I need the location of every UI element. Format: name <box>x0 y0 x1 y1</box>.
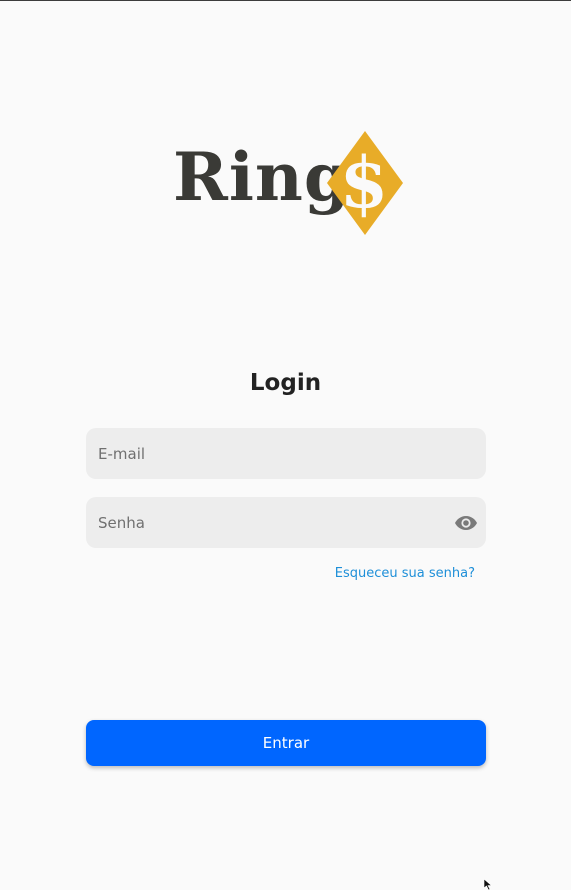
password-field-container <box>86 497 486 548</box>
email-input[interactable] <box>86 428 486 479</box>
logo-symbol: $ <box>340 141 389 224</box>
logo-text: Ring <box>173 138 352 216</box>
mouse-cursor-icon <box>484 879 492 890</box>
window-top-border <box>0 0 571 1</box>
dollar-diamond-icon: $ <box>327 131 403 235</box>
eye-icon[interactable] <box>454 511 478 535</box>
password-input[interactable] <box>86 497 486 548</box>
email-field-container <box>86 428 486 479</box>
login-button[interactable]: Entrar <box>86 720 486 766</box>
page-title: Login <box>249 370 322 396</box>
forgot-password-link[interactable]: Esqueceu sua senha? <box>335 566 475 582</box>
app-logo: Ring $ <box>173 131 403 235</box>
